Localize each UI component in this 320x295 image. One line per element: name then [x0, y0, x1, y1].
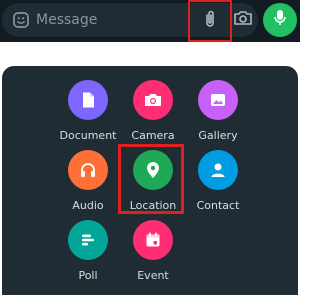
location-pin-icon — [133, 150, 173, 190]
document-option[interactable]: Document — [53, 80, 123, 150]
attachment-menu: Document Camera Gallery Audio Location C… — [2, 66, 298, 295]
calendar-event-icon — [133, 220, 173, 260]
gallery-label: Gallery — [198, 129, 238, 142]
contact-person-icon — [198, 150, 238, 190]
contact-label: Contact — [196, 199, 240, 212]
location-option[interactable]: Location — [118, 150, 188, 220]
sticker-emoji-icon[interactable] — [12, 11, 30, 29]
event-option[interactable]: Event — [118, 220, 188, 290]
document-icon — [68, 80, 108, 120]
poll-label: Poll — [78, 269, 98, 282]
paperclip-icon — [203, 9, 217, 33]
audio-label: Audio — [72, 199, 104, 212]
microphone-icon — [273, 9, 287, 31]
poll-option[interactable]: Poll — [53, 220, 123, 290]
location-label: Location — [129, 199, 177, 212]
microphone-button[interactable] — [263, 3, 297, 37]
camera-icon — [233, 9, 253, 31]
gallery-option[interactable]: Gallery — [183, 80, 253, 150]
camera-label: Camera — [131, 129, 175, 142]
document-label: Document — [59, 129, 117, 142]
message-input[interactable] — [36, 3, 186, 37]
event-label: Event — [137, 269, 169, 282]
poll-icon — [68, 220, 108, 260]
contact-option[interactable]: Contact — [183, 150, 253, 220]
audio-option[interactable]: Audio — [53, 150, 123, 220]
composer-bar — [0, 0, 300, 42]
headphones-icon — [68, 150, 108, 190]
camera-icon — [133, 80, 173, 120]
gallery-icon — [198, 80, 238, 120]
camera-button[interactable] — [232, 9, 254, 31]
attach-button[interactable] — [188, 0, 232, 42]
camera-option[interactable]: Camera — [118, 80, 188, 150]
